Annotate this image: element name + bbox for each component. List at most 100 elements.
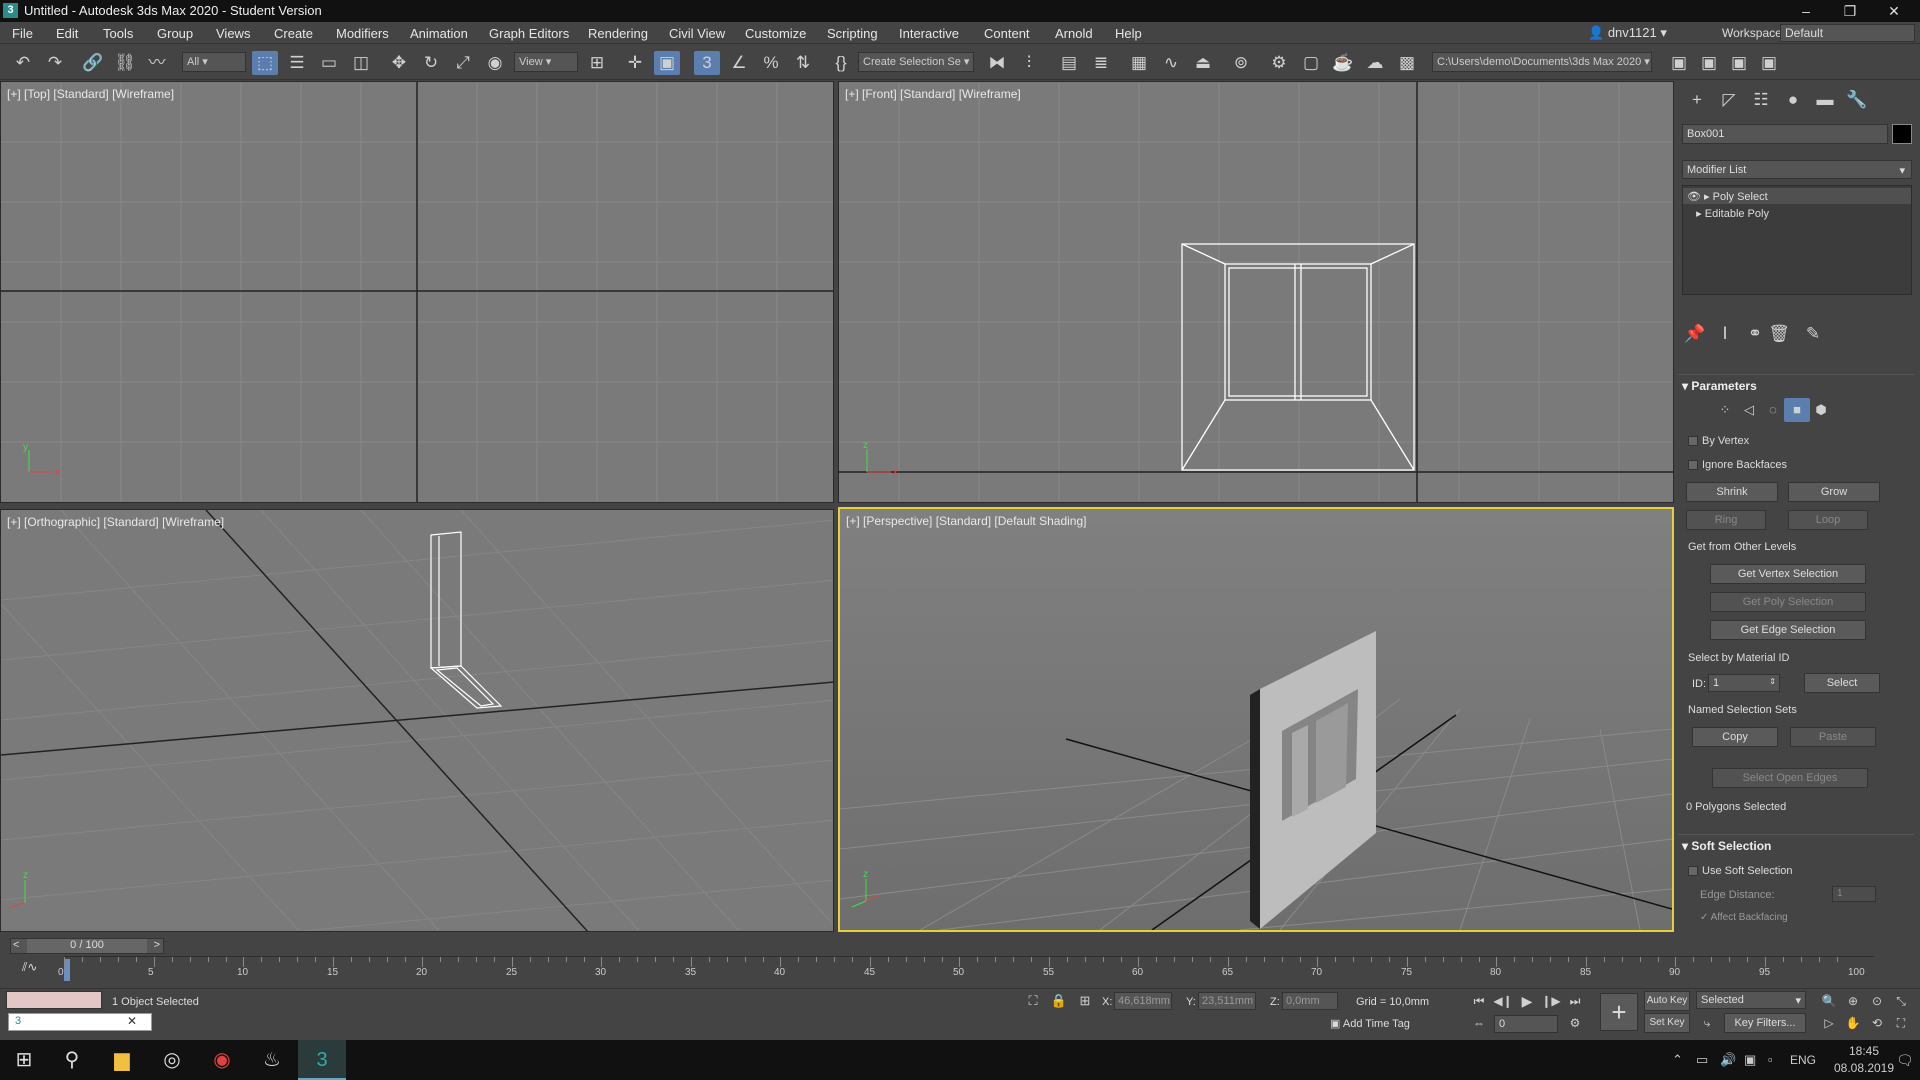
next-frame-icon[interactable]: ❙▶ [1538, 989, 1564, 1013]
motion-tab-icon[interactable]: ● [1780, 88, 1806, 112]
render-cloud-icon[interactable]: ☁ [1362, 51, 1388, 75]
eye-icon[interactable]: 👁 [1687, 191, 1701, 203]
maximize-viewport-icon[interactable]: ⛶ [1888, 1011, 1914, 1035]
tray-extra-icon[interactable]: ▫ [1768, 1052, 1773, 1067]
hierarchy-tab-icon[interactable]: ☷ [1748, 88, 1774, 112]
make-unique-icon[interactable]: ⚭ [1742, 322, 1768, 346]
spinner-snap-icon[interactable]: ⇅ [790, 51, 816, 75]
time-slider-next-icon[interactable]: > [154, 939, 160, 951]
pan-icon[interactable]: ✋ [1840, 1011, 1866, 1035]
display-tab-icon[interactable]: ▬ [1812, 88, 1838, 112]
loop-button[interactable]: Loop [1788, 510, 1868, 530]
field-of-view-icon[interactable]: ▷ [1816, 1011, 1842, 1035]
paste-button[interactable]: Paste [1790, 727, 1876, 747]
redo-icon[interactable]: ↷ [42, 51, 68, 75]
maxscript-listener-mini[interactable] [6, 991, 102, 1009]
modify-tab-icon[interactable]: ◸ [1716, 88, 1742, 112]
rectangular-selection-icon[interactable]: ▭ [316, 51, 342, 75]
render-production-icon[interactable]: ☕ [1330, 51, 1356, 75]
menu-customize[interactable]: Customize [745, 26, 806, 41]
place-icon[interactable]: ◉ [482, 51, 508, 75]
menu-graph-editors[interactable]: Graph Editors [489, 26, 569, 41]
isolate-selection-icon[interactable]: ⛶ [1020, 989, 1046, 1013]
reference-coordinate-dropdown[interactable]: View ▾ [514, 52, 578, 72]
menu-civil-view[interactable]: Civil View [669, 26, 725, 41]
shrink-button[interactable]: Shrink [1686, 482, 1778, 502]
menu-help[interactable]: Help [1115, 26, 1142, 41]
set-key-button[interactable]: Set Key [1644, 1013, 1690, 1033]
select-open-edges-button[interactable]: Select Open Edges [1712, 768, 1868, 788]
project-folder-icon[interactable]: ▣ [1666, 51, 1692, 75]
x-coordinate-field[interactable]: 46,618mm [1114, 992, 1172, 1010]
clock-date[interactable]: 08.08.2019 [1830, 1061, 1898, 1075]
menu-interactive[interactable]: Interactive [899, 26, 959, 41]
key-selection-dropdown[interactable]: Selected ▾ [1696, 991, 1806, 1009]
track-bar[interactable]: 0 5 10 15 20 25 30 35 40 45 50 55 60 65 70 75 80 85 90 95 10… [58, 956, 1874, 982]
menu-content[interactable]: Content [984, 26, 1030, 41]
absolute-mode-icon[interactable]: ⊞ [1072, 989, 1098, 1013]
named-selection-dropdown[interactable]: Create Selection Se ▾ [858, 52, 974, 72]
modifier-list-dropdown[interactable]: Modifier List ▾ [1682, 160, 1912, 179]
edge-level-icon[interactable]: ◁ [1736, 398, 1762, 422]
unlink-icon[interactable]: ⛓ [112, 51, 138, 75]
add-time-tag[interactable]: ▣ Add Time Tag [1330, 1017, 1410, 1030]
selection-lock-toggle-icon[interactable]: 🔒 [1046, 989, 1072, 1013]
viewport-label-top[interactable]: [+] [Top] [Standard] [Wireframe] [7, 87, 174, 101]
curve-editor-toggle-icon[interactable]: ⫽∿ [22, 960, 37, 975]
viewport-perspective[interactable]: [+] [Perspective] [Standard] [Default Sh… [838, 507, 1674, 932]
bind-space-warp-icon[interactable]: 〰 [144, 51, 170, 75]
minimize-button[interactable]: – [1786, 1, 1826, 21]
volume-icon[interactable]: 🔊 [1720, 1052, 1736, 1068]
element-level-icon[interactable]: ⬢ [1808, 398, 1834, 422]
auto-key-button[interactable]: Auto Key [1644, 991, 1690, 1011]
file-explorer-icon[interactable]: ▆ [98, 1040, 146, 1080]
go-to-end-icon[interactable]: ⏭ [1562, 989, 1588, 1013]
affect-backfacing-label[interactable]: ✓ Affect Backfacing [1700, 912, 1788, 923]
media-app-icon[interactable]: ◎ [148, 1040, 196, 1080]
soft-selection-rollout-header[interactable]: ▾ Soft Selection [1678, 834, 1914, 856]
steam-icon[interactable]: ♨ [248, 1040, 296, 1080]
pin-stack-icon[interactable]: 📌 [1682, 322, 1708, 346]
time-slider-prev-icon[interactable]: < [13, 939, 19, 951]
object-name-field[interactable]: Box001 [1682, 124, 1888, 144]
isolate-icon[interactable]: ▣ [1756, 51, 1782, 75]
menu-file[interactable]: File [12, 26, 33, 41]
copy-button[interactable]: Copy [1692, 727, 1778, 747]
time-configuration-icon[interactable]: ⚙ [1562, 1011, 1588, 1035]
pivot-center-icon[interactable]: ⊞ [584, 51, 610, 75]
selection-filter-dropdown[interactable]: All ▾ [182, 52, 246, 72]
angle-snap-icon[interactable]: ∠ [726, 51, 752, 75]
menu-group[interactable]: Group [157, 26, 193, 41]
menu-views[interactable]: Views [216, 26, 250, 41]
vertex-level-icon[interactable]: ⁘ [1712, 398, 1738, 422]
align-icon[interactable]: ⫶ [1016, 51, 1042, 75]
select-object-icon[interactable]: ⬚ [252, 51, 278, 75]
menu-arnold[interactable]: Arnold [1055, 26, 1093, 41]
battery-icon[interactable]: ▭ [1696, 1052, 1708, 1068]
utilities-tab-icon[interactable]: 🔧 [1844, 88, 1870, 112]
select-manipulate-icon[interactable]: ✛ [622, 51, 648, 75]
move-icon[interactable]: ✥ [386, 51, 412, 75]
menu-create[interactable]: Create [274, 26, 313, 41]
scene-explorer-icon[interactable]: ▤ [1056, 51, 1082, 75]
select-button[interactable]: Select [1804, 673, 1880, 693]
ignore-backfaces-checkbox[interactable] [1688, 460, 1698, 470]
orbit-icon[interactable]: ⟲ [1864, 1011, 1890, 1035]
menu-scripting[interactable]: Scripting [827, 26, 878, 41]
get-poly-selection-button[interactable]: Get Poly Selection [1710, 592, 1866, 612]
network-icon[interactable]: ▣ [1744, 1052, 1756, 1068]
snap-mode-icon[interactable]: ▣ [1696, 51, 1722, 75]
ring-button[interactable]: Ring [1686, 510, 1766, 530]
material-editor-icon[interactable]: ⊚ [1228, 51, 1254, 75]
viewport-orthographic[interactable]: [+] [Orthographic] [Standard] [Wireframe… [0, 509, 834, 932]
toggle-ribbon-icon[interactable]: ▦ [1126, 51, 1152, 75]
select-by-name-icon[interactable]: ☰ [284, 51, 310, 75]
go-to-start-icon[interactable]: ⏮ [1466, 989, 1492, 1013]
object-color-swatch[interactable] [1892, 124, 1912, 144]
spinner-arrows-icon[interactable]: ⇕ [1769, 677, 1776, 686]
rotate-icon[interactable]: ↻ [418, 51, 444, 75]
border-level-icon[interactable]: ◌ [1760, 398, 1786, 422]
menu-rendering[interactable]: Rendering [588, 26, 648, 41]
user-account[interactable]: 👤 dnv1121 ▾ [1588, 25, 1667, 41]
undo-icon[interactable]: ↶ [10, 51, 36, 75]
